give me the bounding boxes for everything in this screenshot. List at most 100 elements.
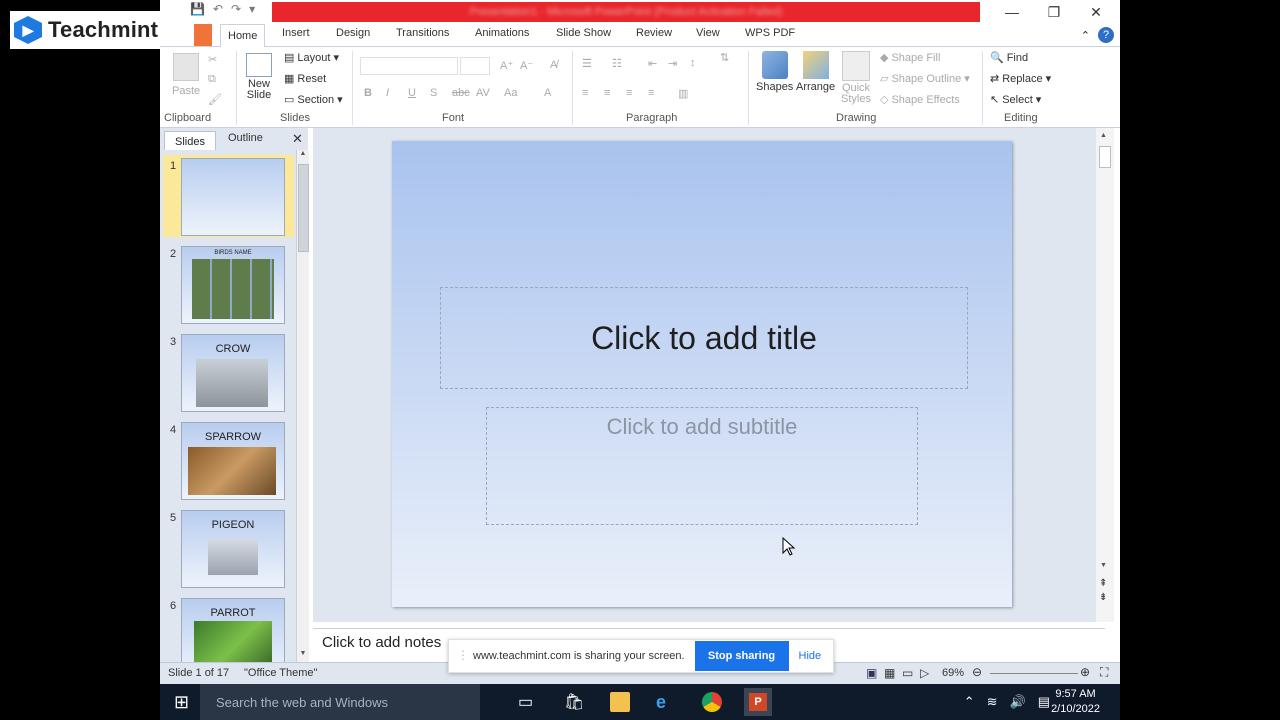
reading-view-icon[interactable]: ▭: [902, 666, 913, 680]
clock[interactable]: 9:57 AM 2/10/2022: [1051, 687, 1100, 717]
windows-start-icon[interactable]: ⊞: [174, 692, 189, 713]
font-name-select[interactable]: [360, 57, 458, 75]
find-button[interactable]: 🔍 Find: [990, 51, 1028, 65]
slide-thumbnail-4[interactable]: SPARROW: [181, 422, 285, 500]
increase-indent-icon[interactable]: ⇥: [668, 57, 677, 70]
cut-icon[interactable]: ✂: [208, 53, 217, 66]
reset-button[interactable]: ▦ Reset: [284, 72, 326, 86]
shape-fill-button[interactable]: ◆ Shape Fill: [880, 51, 940, 65]
title-placeholder[interactable]: Click to add title: [440, 287, 968, 389]
arrange-button[interactable]: Arrange: [796, 51, 835, 93]
quick-styles-button[interactable]: Quick Styles: [840, 51, 872, 105]
tab-outline[interactable]: Outline: [228, 132, 263, 144]
section-button[interactable]: ▭ Section ▾: [284, 93, 343, 107]
fit-to-window-icon[interactable]: ⛶: [1100, 665, 1108, 680]
previous-slide-icon[interactable]: ⇞: [1099, 578, 1107, 589]
scroll-up-icon[interactable]: ▲: [1100, 132, 1107, 139]
scroll-thumb[interactable]: [1099, 146, 1111, 168]
volume-icon[interactable]: 🔊: [1010, 694, 1026, 710]
normal-view-icon[interactable]: ▣: [866, 666, 877, 680]
file-tab[interactable]: [194, 24, 212, 46]
text-direction-icon[interactable]: ⇅: [720, 51, 729, 64]
stop-sharing-button[interactable]: Stop sharing: [694, 641, 789, 671]
tab-design[interactable]: Design: [336, 27, 370, 39]
scroll-up-icon[interactable]: ▲: [297, 150, 309, 160]
customize-qat-icon[interactable]: ▾: [249, 2, 255, 16]
char-spacing-icon[interactable]: AV: [476, 87, 490, 99]
editor-scrollbar[interactable]: ▲ ▼ ⇞ ⇟: [1096, 128, 1114, 622]
copy-icon[interactable]: ⧉: [208, 73, 216, 86]
tab-review[interactable]: Review: [636, 27, 672, 39]
format-painter-icon[interactable]: 🖌: [208, 93, 222, 106]
tab-wps-pdf[interactable]: WPS PDF: [745, 27, 795, 39]
grow-font-icon[interactable]: A⁺: [500, 59, 513, 72]
notes-placeholder[interactable]: Click to add notes: [322, 634, 441, 651]
thumbnails-scrollbar[interactable]: ▲ ▼: [296, 150, 309, 662]
shapes-button[interactable]: Shapes: [756, 51, 793, 93]
restore-button[interactable]: ❐: [1032, 0, 1076, 24]
strikethrough-icon[interactable]: abc: [452, 87, 470, 99]
decrease-indent-icon[interactable]: ⇤: [648, 57, 657, 70]
wifi-icon[interactable]: ≋: [987, 694, 998, 710]
tab-home[interactable]: Home: [220, 24, 266, 48]
notifications-icon[interactable]: ▤: [1038, 694, 1050, 710]
shape-outline-button[interactable]: ▱ Shape Outline ▾: [880, 72, 970, 86]
select-button[interactable]: ↖ Select ▾: [990, 93, 1041, 107]
layout-button[interactable]: ▤ Layout ▾: [284, 51, 339, 65]
tab-animations[interactable]: Animations: [475, 27, 529, 39]
underline-icon[interactable]: U: [408, 87, 416, 99]
bullets-icon[interactable]: ☰: [582, 57, 592, 70]
paste-button[interactable]: Paste: [172, 53, 200, 97]
zoom-in-icon[interactable]: ⊕: [1080, 665, 1090, 679]
columns-icon[interactable]: ▥: [678, 87, 688, 100]
hide-link[interactable]: Hide: [799, 650, 822, 662]
align-left-icon[interactable]: ≡: [582, 87, 588, 99]
zoom-slider[interactable]: [990, 673, 1078, 674]
clear-format-icon[interactable]: A̸: [550, 59, 557, 71]
chrome-icon[interactable]: [702, 692, 722, 712]
close-button[interactable]: ✕: [1074, 0, 1118, 24]
new-slide-button[interactable]: New Slide: [244, 53, 274, 101]
subtitle-placeholder[interactable]: Click to add subtitle: [486, 407, 918, 525]
scroll-down-icon[interactable]: ▼: [297, 650, 309, 660]
numbering-icon[interactable]: ☷: [612, 57, 622, 70]
slide-thumbnail-2[interactable]: BIRDS NAME: [181, 246, 285, 324]
zoom-out-icon[interactable]: ⊖: [972, 665, 982, 679]
line-spacing-icon[interactable]: ↕: [690, 57, 696, 69]
tab-transitions[interactable]: Transitions: [396, 27, 449, 39]
shadow-icon[interactable]: S: [430, 87, 437, 99]
slide-thumbnail-3[interactable]: CROW: [181, 334, 285, 412]
collapse-ribbon-icon[interactable]: ⌃: [1081, 29, 1090, 42]
slide-thumbnail-6[interactable]: PARROT: [181, 598, 285, 662]
file-explorer-icon[interactable]: [610, 692, 630, 712]
save-icon[interactable]: 💾: [190, 2, 205, 16]
edge-icon[interactable]: e: [656, 692, 676, 712]
change-case-icon[interactable]: Aa: [504, 87, 517, 99]
undo-icon[interactable]: ↶: [213, 2, 223, 16]
tab-view[interactable]: View: [696, 27, 720, 39]
align-right-icon[interactable]: ≡: [626, 87, 632, 99]
task-view-icon[interactable]: ▭: [518, 692, 538, 712]
store-icon[interactable]: 🛍: [564, 692, 584, 712]
font-color-icon[interactable]: A: [544, 87, 551, 99]
taskbar-search[interactable]: Search the web and Windows: [200, 684, 480, 720]
powerpoint-taskbar-active[interactable]: P: [744, 688, 772, 716]
tab-slides[interactable]: Slides: [164, 131, 216, 151]
redo-icon[interactable]: ↷: [231, 2, 241, 16]
italic-icon[interactable]: I: [386, 87, 389, 99]
slide-sorter-icon[interactable]: ▦: [884, 666, 895, 680]
scroll-thumb[interactable]: [298, 164, 309, 252]
slideshow-icon[interactable]: ▷: [920, 666, 929, 680]
justify-icon[interactable]: ≡: [648, 87, 654, 99]
align-center-icon[interactable]: ≡: [604, 87, 610, 99]
slide-thumbnail-5[interactable]: PIGEON: [181, 510, 285, 588]
drag-handle-icon[interactable]: ⋮: [457, 648, 469, 662]
tab-slide-show[interactable]: Slide Show: [556, 27, 611, 39]
bold-icon[interactable]: B: [364, 87, 372, 99]
tab-insert[interactable]: Insert: [282, 27, 310, 39]
font-size-select[interactable]: [460, 57, 490, 75]
minimize-button[interactable]: —: [990, 0, 1034, 24]
close-pane-icon[interactable]: ✕: [292, 131, 303, 147]
help-icon[interactable]: ?: [1098, 27, 1114, 43]
zoom-level[interactable]: 69%: [942, 667, 964, 679]
